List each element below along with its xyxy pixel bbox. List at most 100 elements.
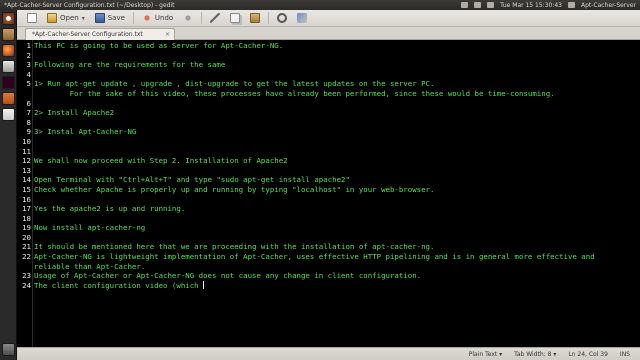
text-editor[interactable]: 1 This PC is going to be used as Server f… [17,40,640,347]
editor-line[interactable]: 19 Now install apt-cacher-ng [17,223,640,233]
editor-line[interactable]: 18 [17,214,640,224]
line-text[interactable]: Open Terminal with "Ctrl+Alt+T" and type… [33,175,633,185]
line-number: 23 [22,271,31,281]
line-text[interactable]: Apt-Cacher-NG is lightweight implementat… [33,252,633,271]
line-text[interactable]: We shall now proceed with Step 2. Instal… [33,156,633,166]
editor-line[interactable]: 16 [17,195,640,205]
keyboard-layout-icon[interactable] [474,2,482,8]
paste-button[interactable] [248,12,262,25]
toolbar-separator [268,12,270,24]
editor-line[interactable]: 4 [17,70,640,80]
line-number: 24 [22,280,31,290]
line-text[interactable] [33,233,633,243]
window-title: *Apt-Cacher-Server Configuration.txt (~/… [4,1,175,9]
files-icon[interactable] [1,28,15,41]
line-text[interactable] [33,51,633,61]
tab-label: *Apt-Cacher-Server Configuration.txt [32,31,143,38]
open-button[interactable]: Open ▾ [45,12,87,25]
libreoffice-icon[interactable] [1,60,15,73]
editor-line[interactable]: 20 [17,233,640,243]
launcher [0,10,17,360]
find-button[interactable] [275,12,289,25]
redo-button[interactable] [181,12,195,25]
volume-icon[interactable] [487,2,495,8]
editor-line[interactable]: 6 [17,99,640,109]
trash-icon[interactable] [1,343,15,356]
line-text[interactable]: Usage of Apt-Cacher or Apt-Cacher-NG doe… [33,271,633,281]
editor-line[interactable]: 10 [17,137,640,147]
line-text[interactable]: Yes the apache2 is up and running. [33,204,633,214]
clock[interactable]: Tue Mar 15 15:30:43 [500,2,562,9]
line-text[interactable]: 3> Instal Apt-Cacher-NG [33,127,633,137]
editor-line[interactable]: 8 [17,118,640,128]
line-text[interactable]: 1> Run apt-get update , upgrade , dist-u… [33,79,633,98]
editor-line[interactable]: 12 We shall now proceed with Step 2. Inst… [17,156,640,166]
software-center-icon[interactable] [1,92,15,105]
network-icon[interactable] [461,2,469,8]
undo-label: Undo [154,14,174,22]
line-text[interactable] [33,137,633,147]
editor-line[interactable]: 7 2> Install Apache2 [17,108,640,118]
line-number: 15 [22,184,31,194]
dash-home-icon[interactable] [1,12,15,25]
editor-line[interactable]: 15 Check whether Apache is properly up an… [17,185,640,195]
user-name[interactable]: Apt-Cacher-Server [581,2,636,9]
editor-line[interactable]: 11 [17,147,640,157]
syntax-selector[interactable]: Plain Text ▾ [469,351,502,358]
editor-line[interactable]: 1 This PC is going to be used as Server f… [17,41,640,51]
editor-line[interactable]: 22 Apt-Cacher-NG is lightweight implement… [17,252,640,271]
terminal-icon[interactable] [1,76,15,89]
open-dropdown-icon[interactable]: ▾ [82,15,85,22]
document-tab[interactable]: *Apt-Cacher-Server Configuration.txt × [25,28,175,40]
tab-width-selector[interactable]: Tab Width: 8 ▾ [514,351,556,358]
line-number: 4 [26,69,31,79]
line-number: 11 [22,146,31,156]
cut-button[interactable] [208,12,222,25]
firefox-icon[interactable] [1,44,15,57]
line-text[interactable]: Check whether Apache is properly up and … [33,185,633,195]
open-label: Open [60,14,79,22]
editor-line[interactable]: 14 Open Terminal with "Ctrl+Alt+T" and ty… [17,175,640,185]
editor-line[interactable]: 3 Following are the requirements for the … [17,60,640,70]
line-number: 21 [22,242,31,252]
line-number: 12 [22,156,31,166]
new-button[interactable] [25,12,39,25]
cursor-position: Ln 24, Col 39 [568,350,608,358]
line-text[interactable]: This PC is going to be used as Server fo… [33,41,633,51]
replace-button[interactable] [295,12,309,25]
line-text[interactable] [33,147,633,157]
copy-button[interactable] [228,12,242,25]
line-number: 18 [22,213,31,223]
editor-line[interactable]: 13 [17,166,640,176]
line-text[interactable]: The client configuration video (which [33,280,633,291]
line-number: 13 [22,165,31,175]
editor-line[interactable]: 9 3> Instal Apt-Cacher-NG [17,127,640,137]
redo-icon [183,13,194,23]
line-number: 10 [22,136,31,146]
editor-line[interactable]: 17 Yes the apache2 is up and running. [17,204,640,214]
power-icon[interactable] [567,2,575,8]
editor-line[interactable]: 2 [17,51,640,61]
editor-line[interactable]: 5 1> Run apt-get update , upgrade , dist-… [17,79,640,98]
save-button[interactable]: Save [93,12,127,25]
save-label: Save [107,14,125,22]
undo-button[interactable]: Undo [140,12,175,25]
line-text[interactable]: Now install apt-cacher-ng [33,223,633,233]
paste-icon [250,13,261,23]
top-panel: *Apt-Cacher-Server Configuration.txt (~/… [0,0,640,10]
line-text[interactable] [33,118,633,128]
gedit-icon[interactable] [1,108,15,121]
line-text[interactable] [33,214,633,224]
folder-icon [47,13,57,23]
editor-line[interactable]: 21 It should be mentioned here that we ar… [17,242,640,252]
line-text[interactable]: 2> Install Apache2 [33,108,633,118]
line-text[interactable] [33,195,633,205]
editor-line[interactable]: 23 Usage of Apt-Cacher or Apt-Cacher-NG d… [17,271,640,281]
close-icon[interactable]: × [165,31,170,38]
line-text[interactable] [33,166,633,176]
line-text[interactable]: Following are the requirements for the s… [33,60,633,70]
line-text[interactable]: It should be mentioned here that we are … [33,242,633,252]
editor-line[interactable]: 24 The client configuration video (which [17,280,640,291]
line-text[interactable] [33,99,633,109]
line-text[interactable] [33,70,633,80]
